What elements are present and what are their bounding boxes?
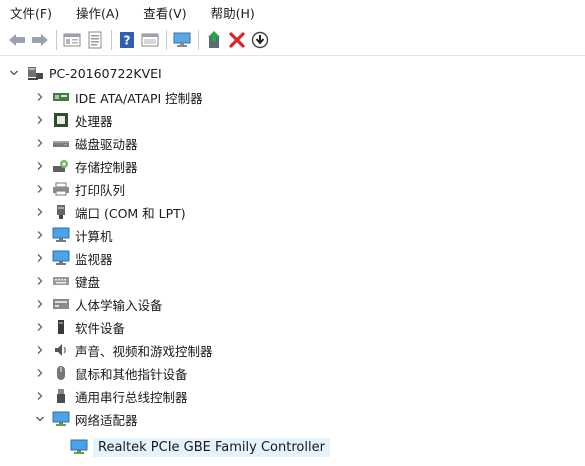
view-icon[interactable] (139, 29, 161, 51)
help-icon[interactable]: ? (116, 29, 138, 51)
properties-icon[interactable] (61, 29, 83, 51)
tree-item-label: 人体学输入设备 (75, 297, 163, 313)
computer-icon (52, 227, 70, 243)
chevron-down-icon[interactable] (8, 67, 20, 79)
tree-item-ide[interactable]: IDE ATA/ATAPI 控制器 (34, 86, 203, 108)
tree-item-label: 打印队列 (75, 182, 126, 198)
menu-view[interactable]: 查看(V) (143, 3, 186, 22)
chevron-right-icon[interactable] (34, 390, 46, 402)
tree-item-label: 计算机 (75, 228, 113, 244)
computer-root-icon (26, 65, 44, 81)
scan-icon[interactable] (249, 29, 271, 51)
tree-item-label: 监视器 (75, 251, 113, 267)
chevron-right-icon[interactable] (34, 344, 46, 356)
tree-item-storage[interactable]: 存储控制器 (34, 155, 138, 177)
toolbar-separator (166, 29, 167, 50)
tree-item-computer[interactable]: 计算机 (34, 224, 113, 246)
network-card-icon (70, 439, 88, 455)
tree-item-label: 磁盘驱动器 (75, 136, 138, 152)
network-adapter-icon (52, 411, 70, 427)
update-driver-icon[interactable] (203, 29, 225, 51)
tree-item-label: 声音、视频和游戏控制器 (75, 343, 213, 359)
processor-icon (52, 112, 70, 128)
hid-icon (52, 296, 70, 312)
tree-item-label: IDE ATA/ATAPI 控制器 (75, 90, 203, 106)
software-device-icon (52, 319, 70, 335)
disk-drive-icon (52, 135, 70, 151)
tree-root[interactable]: PC-20160722KVEI (8, 62, 162, 84)
chevron-down-icon[interactable] (34, 413, 46, 425)
ide-controller-icon (52, 89, 70, 105)
toolbar-separator (198, 29, 199, 50)
usb-icon (52, 388, 70, 404)
tree-item-keyboard[interactable]: 键盘 (34, 270, 100, 292)
chevron-right-icon[interactable] (34, 114, 46, 126)
menu-help[interactable]: 帮助(H) (211, 3, 255, 22)
forward-icon[interactable] (29, 29, 51, 51)
toolbar-separator (56, 29, 57, 50)
back-icon[interactable] (6, 29, 28, 51)
chevron-right-icon[interactable] (34, 91, 46, 103)
toolbar: ? (0, 24, 585, 56)
chevron-right-icon[interactable] (34, 183, 46, 195)
tree-item-hid[interactable]: 人体学输入设备 (34, 293, 163, 315)
mouse-icon (52, 365, 70, 381)
chevron-right-icon[interactable] (34, 160, 46, 172)
tree-item-disk[interactable]: 磁盘驱动器 (34, 132, 138, 154)
tree-item-monitor[interactable]: 监视器 (34, 247, 113, 269)
monitor-icon[interactable] (171, 29, 193, 51)
monitor-device-icon (52, 250, 70, 266)
svg-text:?: ? (124, 33, 131, 47)
tree-item-label: 通用串行总线控制器 (75, 389, 188, 405)
tree-item-label: 键盘 (75, 274, 101, 290)
tree-item-software[interactable]: 软件设备 (34, 316, 125, 338)
tree-item-usb[interactable]: 通用串行总线控制器 (34, 385, 188, 407)
chevron-right-icon[interactable] (34, 206, 46, 218)
tree-item-label: 网络适配器 (75, 412, 138, 428)
chevron-right-icon[interactable] (34, 321, 46, 333)
tree-item-printer[interactable]: 打印队列 (34, 178, 125, 200)
tree-item-mouse[interactable]: 鼠标和其他指针设备 (34, 362, 188, 384)
sound-icon (52, 342, 70, 358)
tree-item-label: 处理器 (75, 113, 113, 129)
menu-action[interactable]: 操作(A) (76, 3, 119, 22)
tree-item-processor[interactable]: 处理器 (34, 109, 113, 131)
tree-item-label: 软件设备 (75, 320, 126, 336)
tree-item-network[interactable]: 网络适配器 (34, 408, 138, 430)
keyboard-icon (52, 273, 70, 289)
tree-item-port[interactable]: 端口 (COM 和 LPT) (34, 201, 186, 223)
computer-name: PC-20160722KVEI (49, 65, 162, 81)
tree-item-label: 鼠标和其他指针设备 (75, 366, 188, 382)
uninstall-icon[interactable] (226, 29, 248, 51)
storage-controller-icon (52, 158, 70, 174)
chevron-right-icon[interactable] (34, 137, 46, 149)
tree-child-label: Realtek PCIe GBE Family Controller (93, 437, 330, 457)
chevron-right-icon[interactable] (34, 298, 46, 310)
printer-icon (52, 181, 70, 197)
chevron-right-icon[interactable] (34, 367, 46, 379)
chevron-right-icon[interactable] (34, 275, 46, 287)
toolbar-separator (111, 29, 112, 50)
details-icon[interactable] (84, 29, 106, 51)
menu-file[interactable]: 文件(F) (10, 3, 52, 22)
tree-item-label: 存储控制器 (75, 159, 138, 175)
port-icon (52, 204, 70, 220)
chevron-right-icon[interactable] (34, 229, 46, 241)
tree-child-realtek[interactable]: Realtek PCIe GBE Family Controller (70, 436, 330, 458)
chevron-right-icon[interactable] (34, 252, 46, 264)
menu-bar: 文件(F) 操作(A) 查看(V) 帮助(H) (0, 0, 585, 24)
tree-item-label: 端口 (COM 和 LPT) (75, 205, 186, 221)
tree-item-sound[interactable]: 声音、视频和游戏控制器 (34, 339, 213, 361)
